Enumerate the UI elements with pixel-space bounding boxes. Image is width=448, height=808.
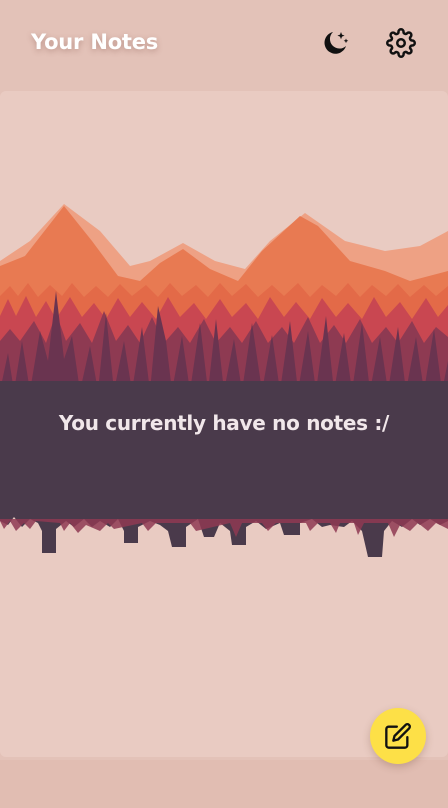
page-title: Your Notes [31,30,159,54]
bottom-bar [0,760,448,808]
forest-reflection [0,511,448,557]
edit-note-icon [385,723,411,749]
app-header: Your Notes [0,0,448,88]
theme-toggle-button[interactable] [318,26,352,60]
new-note-button[interactable] [370,708,426,764]
gear-icon [386,28,416,58]
empty-notes-message: You currently have no notes :/ [58,411,390,435]
notes-container: You currently have no notes :/ [0,91,448,757]
forest-body [0,381,448,511]
settings-button[interactable] [384,26,418,60]
moon-stars-icon [324,32,349,54]
